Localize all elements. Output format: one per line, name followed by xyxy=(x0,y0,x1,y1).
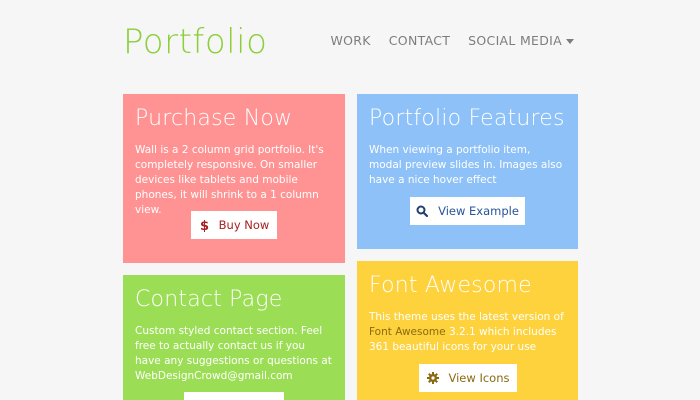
nav-item-work[interactable]: WORK xyxy=(331,33,371,48)
button-label: View Icons xyxy=(448,371,510,385)
contact-button[interactable] xyxy=(184,392,284,400)
buy-now-button[interactable]: $ Buy Now xyxy=(191,211,277,239)
card-text-before: This theme uses the latest version of xyxy=(369,311,564,323)
view-icons-button[interactable]: View Icons xyxy=(419,364,517,392)
dollar-icon: $ xyxy=(199,218,209,232)
caret-down-icon xyxy=(566,38,574,44)
card-text-body: Custom styled contact section. Feel free… xyxy=(135,325,332,367)
card-title: Portfolio Features xyxy=(369,106,565,131)
card-title: Purchase Now xyxy=(135,106,293,131)
card-title: Font Awesome xyxy=(369,273,532,298)
card-text: When viewing a portfolio item, modal pre… xyxy=(369,144,563,186)
nav-item-contact[interactable]: CONTACT xyxy=(389,33,450,48)
gear-icon xyxy=(426,372,439,384)
card-features: Portfolio Features When viewing a portfo… xyxy=(357,94,578,249)
nav-item-label: CONTACT xyxy=(388,33,451,48)
font-awesome-link[interactable]: Font Awesome xyxy=(369,326,446,338)
view-example-button[interactable]: View Example xyxy=(410,197,525,225)
nav-item-label: WORK xyxy=(330,33,371,48)
button-label: View Example xyxy=(438,204,519,218)
contact-email-link[interactable]: WebDesignCrowd@gmail.com xyxy=(135,370,293,382)
site-logo[interactable]: Portfolio xyxy=(123,22,267,62)
svg-text:$: $ xyxy=(200,219,209,232)
main-nav: WORK CONTACT SOCIAL MEDIA xyxy=(331,33,574,48)
button-label: Buy Now xyxy=(218,218,270,232)
nav-item-label: SOCIAL MEDIA xyxy=(468,33,562,48)
card-font-awesome: Font Awesome This theme uses the latest … xyxy=(357,261,578,400)
card-text: Wall is a 2 column grid portfolio. It's … xyxy=(135,144,324,216)
card-contact: Contact Page Custom styled contact secti… xyxy=(123,275,345,400)
nav-item-social-media[interactable]: SOCIAL MEDIA xyxy=(468,33,574,48)
page: Portfolio WORK CONTACT SOCIAL MEDIA Purc… xyxy=(0,0,700,400)
card-text: This theme uses the latest version of Fo… xyxy=(369,310,566,355)
card-title: Contact Page xyxy=(135,287,283,312)
card-purchase: Purchase Now Wall is a 2 column grid por… xyxy=(123,94,345,263)
card-text: Custom styled contact section. Feel free… xyxy=(135,324,333,384)
search-icon xyxy=(416,205,429,217)
